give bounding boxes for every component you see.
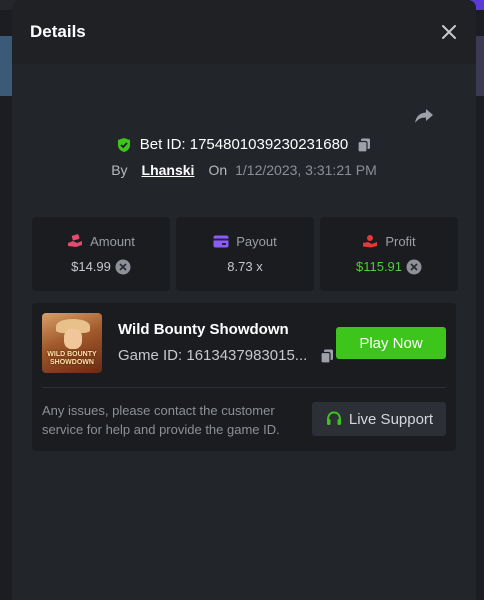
game-logo: WILD BOUNTY SHOWDOWN — [47, 351, 97, 366]
share-icon[interactable] — [412, 104, 436, 128]
live-support-button[interactable]: Live Support — [312, 402, 446, 436]
game-card: WILD BOUNTY SHOWDOWN Wild Bounty Showdow… — [32, 303, 456, 451]
details-modal: Details Bet ID: 1754801039230231680 By L… — [12, 0, 476, 600]
shield-check-icon — [116, 137, 132, 153]
stat-payout: Payout 8.73 x — [176, 217, 314, 291]
modal-title: Details — [30, 22, 86, 41]
game-id-row: Game ID: 1613437983015... — [118, 347, 335, 364]
on-label: On — [208, 162, 228, 178]
stats-row: Amount $14.99 Payout 8.73 x Profit $115.… — [32, 217, 458, 291]
headset-icon — [325, 410, 343, 428]
game-title: Wild Bounty Showdown — [118, 321, 289, 338]
bet-meta-row: By Lhanski On 1/12/2023, 3:31:21 PM — [12, 162, 476, 178]
support-notice: Any issues, please contact the customer … — [42, 403, 280, 437]
stat-label: Amount — [90, 233, 135, 249]
close-icon[interactable] — [440, 23, 458, 41]
stat-amount: Amount $14.99 — [32, 217, 170, 291]
copy-icon[interactable] — [356, 137, 372, 153]
stat-value: 8.73 x — [227, 259, 263, 274]
modal-header: Details — [12, 0, 476, 64]
bet-id-row: Bet ID: 1754801039230231680 — [12, 136, 476, 153]
stat-value: $14.99 — [71, 259, 111, 274]
hand-up-icon — [362, 234, 378, 248]
stat-label: Payout — [236, 234, 277, 249]
stat-label: Profit — [385, 233, 416, 249]
copy-icon[interactable] — [319, 348, 335, 364]
bet-date: 1/12/2023, 3:31:21 PM — [235, 162, 377, 178]
play-now-button[interactable]: Play Now — [336, 327, 446, 359]
coin-icon — [115, 259, 131, 275]
background-thumbnail — [0, 36, 12, 96]
stat-profit: Profit $115.91 — [320, 217, 458, 291]
bet-id: Bet ID: 1754801039230231680 — [139, 136, 349, 153]
coin-icon — [406, 259, 422, 275]
divider — [42, 387, 446, 388]
stat-value: $115.91 — [355, 259, 403, 274]
game-id: Game ID: 1613437983015... — [118, 347, 308, 364]
game-thumbnail[interactable]: WILD BOUNTY SHOWDOWN — [42, 313, 102, 373]
hand-coin-icon — [67, 234, 83, 248]
by-label: By — [111, 162, 128, 178]
username-link[interactable]: Lhanski — [142, 162, 195, 178]
background-thumbnail — [476, 36, 484, 96]
live-support-label: Live Support — [348, 410, 434, 428]
card-icon — [213, 235, 229, 248]
